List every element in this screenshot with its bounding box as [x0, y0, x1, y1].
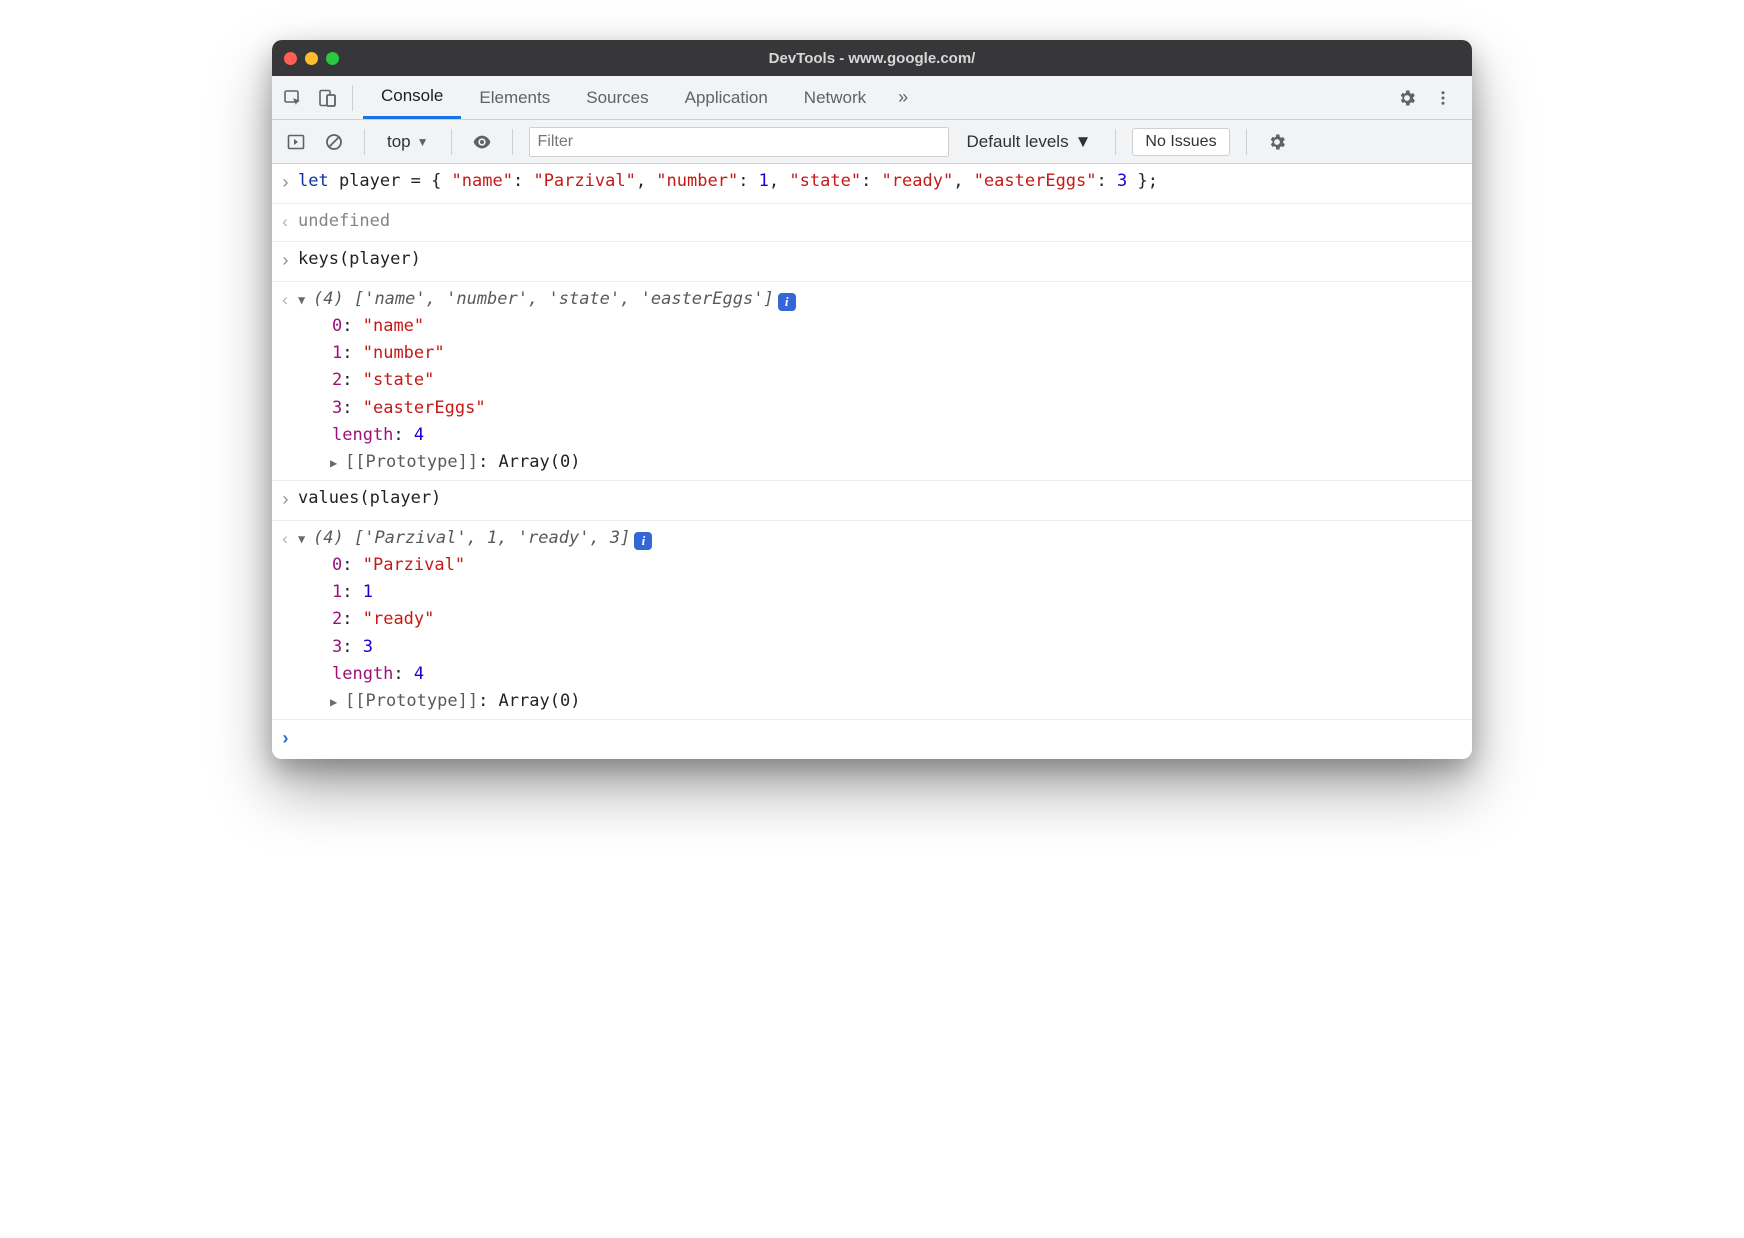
filter-input[interactable] [529, 127, 949, 157]
more-tabs-button[interactable]: » [888, 87, 918, 108]
devtools-window: DevTools - www.google.com/ ConsoleElemen… [272, 40, 1472, 759]
array-output: ▼(4) ['Parzival', 1, 'ready', 3]i0: "Par… [298, 525, 1462, 715]
zoom-button[interactable] [326, 52, 339, 65]
device-toolbar-icon[interactable] [312, 83, 342, 113]
output-value: undefined [298, 208, 1462, 235]
array-output: ▼(4) ['name', 'number', 'state', 'easter… [298, 286, 1462, 476]
settings-icon[interactable] [1392, 83, 1422, 113]
array-item[interactable]: 0: "Parzival" [332, 552, 1462, 579]
prompt-input[interactable] [298, 724, 1462, 751]
close-button[interactable] [284, 52, 297, 65]
console-settings-icon[interactable] [1263, 128, 1291, 156]
prompt-marker-icon [280, 724, 298, 755]
output-marker-icon [280, 525, 298, 554]
tab-application[interactable]: Application [667, 76, 786, 119]
separator [1115, 129, 1116, 155]
array-item[interactable]: 3: 3 [332, 634, 1462, 661]
console-output: let player = { "name": "Parzival", "numb… [272, 164, 1472, 759]
minimize-button[interactable] [305, 52, 318, 65]
tab-elements[interactable]: Elements [461, 76, 568, 119]
code-line[interactable]: let player = { "name": "Parzival", "numb… [298, 168, 1462, 195]
array-length: length: 4 [332, 661, 1462, 688]
array-item[interactable]: 3: "easterEggs" [332, 395, 1462, 422]
separator [1246, 129, 1247, 155]
dropdown-icon: ▼ [1075, 132, 1092, 152]
console-prompt[interactable] [272, 720, 1472, 759]
console-input-row: values(player) [272, 481, 1472, 521]
kebab-menu-icon[interactable] [1428, 83, 1458, 113]
disclosure-triangle-icon[interactable]: ▶ [330, 693, 345, 712]
live-expression-icon[interactable] [468, 128, 496, 156]
context-label: top [387, 132, 411, 152]
info-badge-icon[interactable]: i [634, 532, 652, 550]
console-toolbar: top ▼ Default levels ▼ No Issues [272, 120, 1472, 164]
input-marker-icon [280, 168, 298, 199]
console-output-row: ▼(4) ['name', 'number', 'state', 'easter… [272, 282, 1472, 481]
console-input-row: let player = { "name": "Parzival", "numb… [272, 164, 1472, 204]
separator [512, 129, 513, 155]
input-marker-icon [280, 485, 298, 516]
output-marker-icon [280, 286, 298, 315]
console-output-row: ▼(4) ['Parzival', 1, 'ready', 3]i0: "Par… [272, 521, 1472, 720]
tab-network[interactable]: Network [786, 76, 884, 119]
traffic-lights [284, 52, 339, 65]
prototype-row[interactable]: ▶[[Prototype]]: Array(0) [298, 688, 1462, 715]
code-line[interactable]: keys(player) [298, 246, 1462, 273]
disclosure-triangle-icon[interactable]: ▼ [298, 291, 313, 310]
log-levels-selector[interactable]: Default levels ▼ [959, 132, 1100, 152]
separator [364, 129, 365, 155]
sidebar-toggle-icon[interactable] [282, 128, 310, 156]
panel-tabs: ConsoleElementsSourcesApplicationNetwork… [272, 76, 1472, 120]
context-selector[interactable]: top ▼ [381, 130, 435, 154]
array-item[interactable]: 0: "name" [332, 313, 1462, 340]
code-line[interactable]: values(player) [298, 485, 1462, 512]
issues-button[interactable]: No Issues [1132, 128, 1229, 156]
tab-console[interactable]: Console [363, 76, 461, 119]
prototype-row[interactable]: ▶[[Prototype]]: Array(0) [298, 449, 1462, 476]
array-item[interactable]: 1: 1 [332, 579, 1462, 606]
levels-label: Default levels [967, 132, 1069, 152]
array-length: length: 4 [332, 422, 1462, 449]
disclosure-triangle-icon[interactable]: ▶ [330, 454, 345, 473]
console-output-row: undefined [272, 204, 1472, 242]
output-marker-icon [280, 208, 298, 237]
inspect-element-icon[interactable] [278, 83, 308, 113]
console-input-row: keys(player) [272, 242, 1472, 282]
disclosure-triangle-icon[interactable]: ▼ [298, 530, 313, 549]
clear-console-icon[interactable] [320, 128, 348, 156]
array-item[interactable]: 1: "number" [332, 340, 1462, 367]
info-badge-icon[interactable]: i [778, 293, 796, 311]
array-item[interactable]: 2: "state" [332, 367, 1462, 394]
array-item[interactable]: 2: "ready" [332, 606, 1462, 633]
separator [451, 129, 452, 155]
window-title: DevTools - www.google.com/ [272, 50, 1472, 67]
titlebar: DevTools - www.google.com/ [272, 40, 1472, 76]
tab-sources[interactable]: Sources [568, 76, 666, 119]
input-marker-icon [280, 246, 298, 277]
dropdown-icon: ▼ [417, 135, 429, 149]
separator [352, 85, 353, 111]
